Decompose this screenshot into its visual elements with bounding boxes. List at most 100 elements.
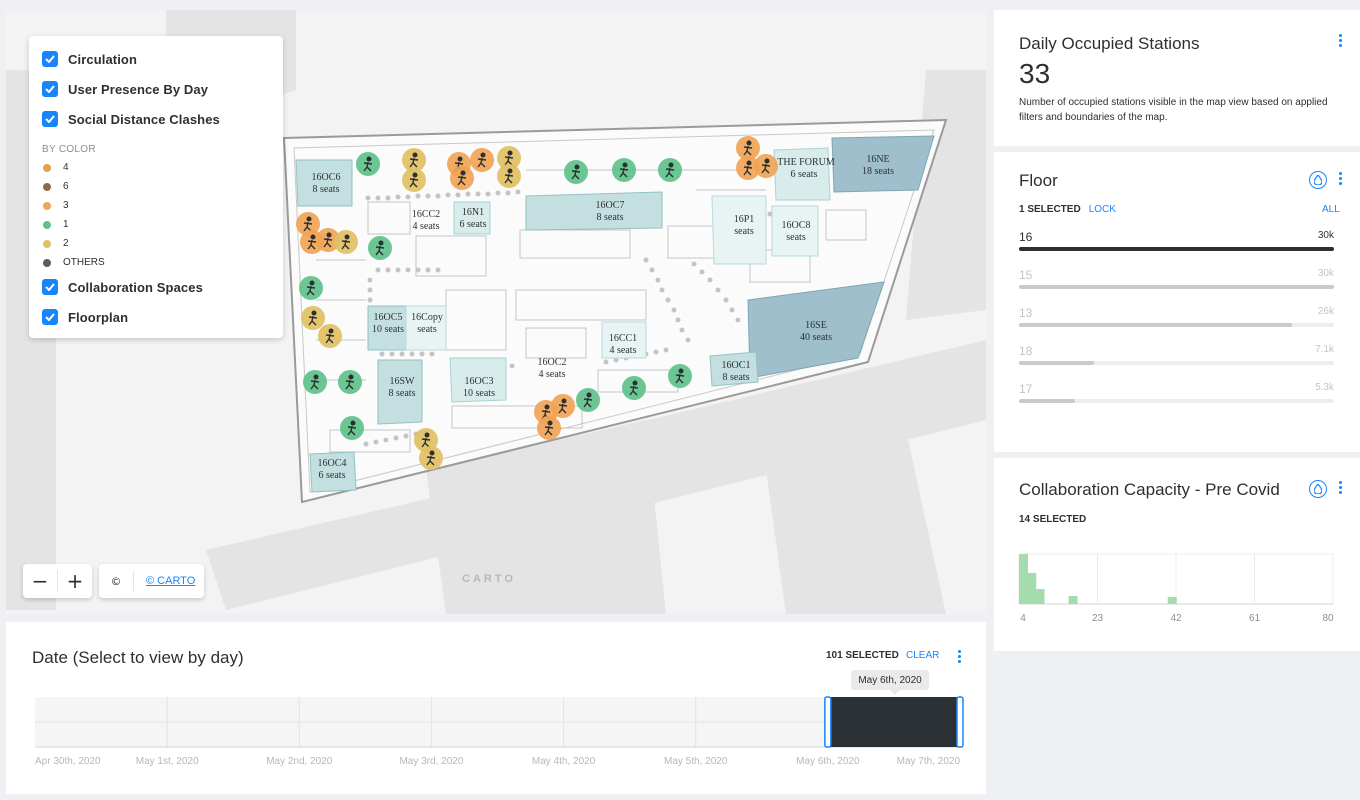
floor-item[interactable]: 15 30k <box>1019 268 1334 306</box>
color-drop-icon[interactable] <box>1309 171 1327 189</box>
color-swatch-icon <box>43 258 51 267</box>
attribution: © © CARTO <box>99 564 204 598</box>
person-marker[interactable] <box>299 276 323 300</box>
person-marker[interactable] <box>356 152 380 176</box>
person-marker[interactable] <box>402 168 426 192</box>
histogram-bar[interactable] <box>1027 573 1037 604</box>
color-legend-label: 4 <box>63 162 69 173</box>
map-view[interactable]: 16OC6 8 seats 16CC2 4 seats 16N1 6 seats 16… <box>6 10 986 614</box>
color-legend-label: 6 <box>63 181 69 192</box>
room-16oc6[interactable] <box>295 159 353 207</box>
checkbox-checked-icon[interactable] <box>42 111 58 127</box>
room-label: 16N1 <box>462 207 484 218</box>
widget-title: Collaboration Capacity - Pre Covid <box>1019 480 1280 499</box>
room-16oc7[interactable] <box>525 191 663 231</box>
person-marker[interactable] <box>754 154 778 178</box>
person-marker[interactable] <box>668 364 692 388</box>
layer-toggle-floorplan[interactable]: Floorplan <box>42 302 270 332</box>
person-marker[interactable] <box>497 164 521 188</box>
layer-toggle-circulation[interactable]: Circulation <box>42 44 270 74</box>
more-options-icon[interactable] <box>1339 172 1343 187</box>
room-label: 16P1 <box>734 214 755 225</box>
widget-description: Number of occupied stations visible in t… <box>1019 97 1328 123</box>
person-marker[interactable] <box>318 324 342 348</box>
person-marker[interactable] <box>470 148 494 172</box>
layer-toggle-collaboration[interactable]: Collaboration Spaces <box>42 272 270 302</box>
person-marker[interactable] <box>340 416 364 440</box>
histogram-bar[interactable] <box>1019 554 1028 604</box>
floor-name: 15 <box>1019 268 1033 282</box>
person-marker[interactable] <box>612 158 636 182</box>
color-legend-item: 4 <box>42 158 270 177</box>
zoom-in-button[interactable]: + <box>58 564 92 598</box>
room-label: 16CC2 <box>412 209 440 220</box>
date-tick-label: May 2nd, 2020 <box>266 756 333 767</box>
layer-toggle-user-presence[interactable]: User Presence By Day <box>42 74 270 104</box>
copyright-icon[interactable]: © <box>99 575 133 588</box>
floor-item[interactable]: 16 30k <box>1019 230 1334 268</box>
room-seats: 4 seats <box>610 345 637 356</box>
checkbox-checked-icon[interactable] <box>42 51 58 67</box>
room-seats: seats <box>417 324 437 335</box>
color-legend: 4 6 3 1 2 OTHERS <box>42 158 270 272</box>
histogram-bar[interactable] <box>1068 596 1078 604</box>
selected-range[interactable] <box>827 697 960 747</box>
floor-item[interactable]: 18 7.1k <box>1019 344 1334 382</box>
floor-bar-fill <box>1019 323 1292 327</box>
histogram-bar[interactable] <box>1035 589 1045 604</box>
date-tick-label: May 6th, 2020 <box>796 756 860 767</box>
x-tick-label: 42 <box>1170 613 1182 624</box>
date-tick-label: May 4th, 2020 <box>532 756 596 767</box>
person-marker[interactable] <box>419 446 443 470</box>
zoom-out-button[interactable]: − <box>23 564 57 598</box>
room-16oc8[interactable] <box>771 205 819 257</box>
select-all-button[interactable]: ALL <box>1322 204 1340 215</box>
person-marker[interactable] <box>338 370 362 394</box>
date-tick-label: May 7th, 2020 <box>897 756 961 767</box>
person-marker[interactable] <box>303 370 327 394</box>
more-options-icon[interactable] <box>1339 481 1343 496</box>
room-label: 16OC7 <box>596 200 625 211</box>
checkbox-checked-icon[interactable] <box>42 309 58 325</box>
color-legend-item: 6 <box>42 177 270 196</box>
person-marker[interactable] <box>450 166 474 190</box>
color-legend-label: 2 <box>63 238 69 249</box>
range-end-handle[interactable] <box>956 696 964 748</box>
room-label: 16OC2 <box>538 357 567 368</box>
person-marker[interactable] <box>551 394 575 418</box>
person-marker[interactable] <box>301 306 325 330</box>
date-widget: Date (Select to view by day) 101 SELECTE… <box>6 622 986 794</box>
more-options-icon[interactable] <box>1339 34 1343 49</box>
color-swatch-icon <box>43 220 51 229</box>
person-marker[interactable] <box>334 230 358 254</box>
carto-attribution-link[interactable]: © CARTO <box>146 575 195 587</box>
date-timeline[interactable]: Apr 30th, 2020 May 1st, 2020 May 2nd, 2020… <box>6 622 986 794</box>
widget-title: Floor <box>1019 171 1058 190</box>
room-seats: 8 seats <box>389 388 416 399</box>
floor-bar-fill <box>1019 285 1334 289</box>
person-marker[interactable] <box>564 160 588 184</box>
collab-histogram[interactable]: 4 23 42 61 80 <box>994 550 1360 640</box>
checkbox-checked-icon[interactable] <box>42 81 58 97</box>
color-swatch-icon <box>43 163 51 172</box>
floor-bar-track <box>1019 361 1334 365</box>
histogram-bar[interactable] <box>1167 597 1177 604</box>
floor-name: 13 <box>1019 306 1033 320</box>
floor-bar-track <box>1019 247 1334 251</box>
floor-value: 30k <box>1317 230 1334 241</box>
checkbox-checked-icon[interactable] <box>42 279 58 295</box>
layer-toggle-social-distance[interactable]: Social Distance Clashes <box>42 104 270 134</box>
color-swatch-icon <box>43 182 51 191</box>
lock-button[interactable]: LOCK <box>1089 204 1116 215</box>
person-marker[interactable] <box>622 376 646 400</box>
color-drop-icon[interactable] <box>1309 480 1327 498</box>
color-legend-label: OTHERS <box>63 257 105 268</box>
x-tick-label: 61 <box>1249 613 1261 624</box>
floor-item[interactable]: 17 5.3k <box>1019 382 1334 420</box>
person-marker[interactable] <box>537 416 561 440</box>
person-marker[interactable] <box>368 236 392 260</box>
person-marker[interactable] <box>658 158 682 182</box>
person-marker[interactable] <box>576 388 600 412</box>
floor-item[interactable]: 13 26k <box>1019 306 1334 344</box>
range-start-handle[interactable] <box>824 696 832 748</box>
